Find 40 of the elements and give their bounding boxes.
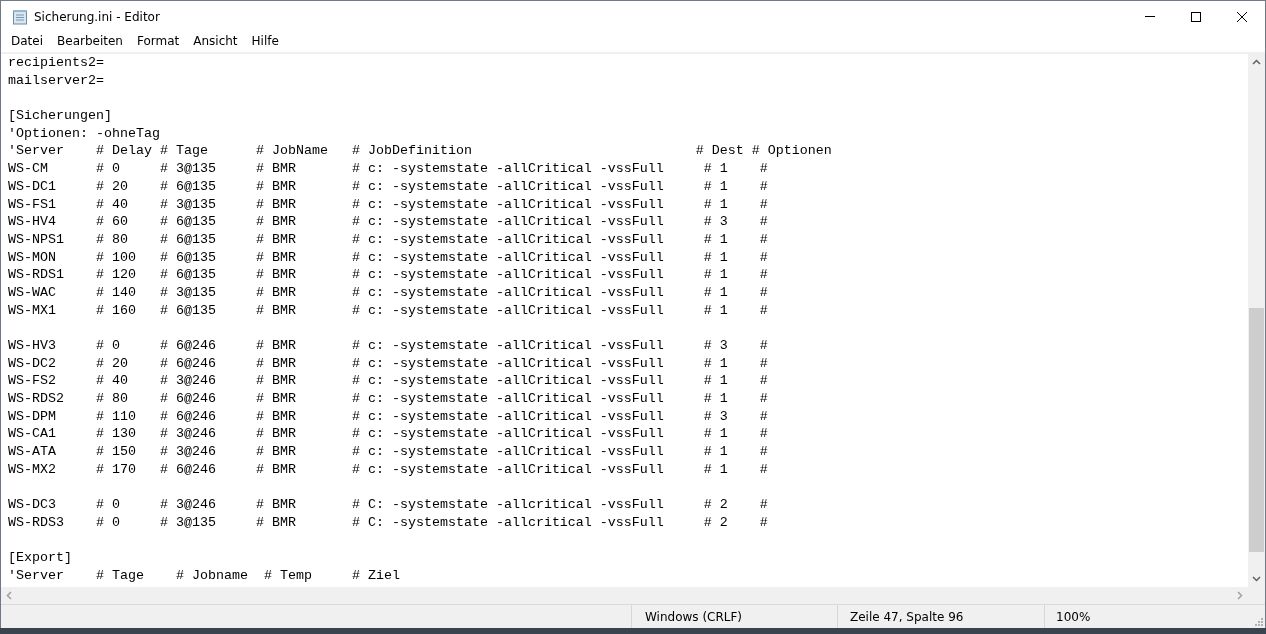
text-line: WS-RDS2 # 80 # 6@246 # BMR # c: -systemstate -allCritical -vssFull # 1 # xyxy=(8,390,768,408)
text-line: WS-RDS1 # 120 # 6@135 # BMR # c: -systemstate -allCritical -vssFull # 1 # xyxy=(8,266,768,284)
text-line: WS-CA1 # 130 # 3@246 # BMR # c: -systemstate -allCritical -vssFull # 1 # xyxy=(8,425,768,444)
maximize-icon xyxy=(1190,10,1202,23)
status-text: Windows (CRLF) xyxy=(632,605,838,628)
scrollbar-thumb[interactable] xyxy=(1249,308,1264,552)
close-icon xyxy=(1236,10,1248,23)
menu-item[interactable]: Datei xyxy=(4,32,50,52)
status-text: Zeile 47, Spalte 96 xyxy=(838,605,1045,628)
text-line: [Sicherungen] xyxy=(8,107,112,125)
text-line: [Export] xyxy=(8,549,72,567)
menu-item[interactable]: Hilfe xyxy=(244,32,286,52)
window-title: Sicherung.ini - Editor xyxy=(34,9,160,24)
minimize-icon xyxy=(1145,16,1155,17)
text-line: WS-MON # 100 # 6@135 # BMR # c: -systemstate -allCritical -vssFull # 1 # xyxy=(8,248,768,267)
text-line: WS-CM # 0 # 3@135 # BMR # c: -systemstate -allCritical -vssFull # 1 # xyxy=(8,160,768,178)
text-line: WS-MX2 # 170 # 6@246 # BMR # c: -systemstate -allCritical -vssFull # 1 # xyxy=(8,460,768,479)
text-line: WS-WAC # 140 # 3@135 # BMR # c: -systemstate -allCritical -vssFull # 1 # xyxy=(8,283,768,302)
text-line: 'Server # Tage # Jobname # Temp # Ziel xyxy=(8,566,400,585)
text-line: WS-FS1 # 40 # 3@135 # BMR # c: -systemstate -allCritical -vssFull # 1 # xyxy=(8,195,768,214)
menu-item[interactable]: Ansicht xyxy=(186,32,245,52)
text-line: WS-FS2 # 40 # 3@246 # BMR # c: -systemstate -allCritical -vssFull # 1 # xyxy=(8,372,768,391)
text-line: 'Server # Delay # Tage # JobName # JobDefinition # Dest # Optionen xyxy=(8,142,832,161)
status-text: 100% xyxy=(1055,608,1092,626)
menu-item[interactable]: Format xyxy=(129,32,187,52)
text-line: WS-ATA # 150 # 3@246 # BMR # c: -systemstate -allCritical -vssFull # 1 # xyxy=(8,443,768,461)
notepad-icon xyxy=(12,8,28,25)
text-line: WS-RDS3 # 0 # 3@135 # BMR # C: -systemstate -allcritical -vssFull # 2 # xyxy=(8,513,768,532)
text-line: WS-DPM # 110 # 6@246 # BMR # c: -systemstate -allCritical -vssFull # 3 # xyxy=(8,407,768,426)
menu-item[interactable]: Bearbeiten xyxy=(50,32,130,52)
text-line: WS-HV4 # 60 # 6@135 # BMR # c: -systemstate -allCritical -vssFull # 3 # xyxy=(8,213,768,231)
text-line: WS-HV3 # 0 # 6@246 # BMR # c: -systemstate -allCritical -vssFull # 3 # xyxy=(8,337,768,355)
text-line: WS-DC1 # 20 # 6@135 # BMR # c: -systemstate -allCritical -vssFull # 1 # xyxy=(8,177,768,196)
text-line: recipients2= xyxy=(8,54,104,72)
text-line: mailserver2= xyxy=(8,71,104,90)
text-line: WS-MX1 # 160 # 6@135 # BMR # c: -systemstate -allCritical -vssFull # 1 # xyxy=(8,301,768,320)
text-line: WS-DC3 # 0 # 3@246 # BMR # C: -systemstate -allcritical -vssFull # 2 # xyxy=(8,496,768,514)
text-line: WS-DC2 # 20 # 6@246 # BMR # c: -systemstate -allCritical -vssFull # 1 # xyxy=(8,354,768,373)
text-line: WS-NPS1 # 80 # 6@135 # BMR # c: -systemstate -allCritical -vssFull # 1 # xyxy=(8,230,768,249)
text-line: 'Optionen: -ohneTag xyxy=(8,124,160,143)
